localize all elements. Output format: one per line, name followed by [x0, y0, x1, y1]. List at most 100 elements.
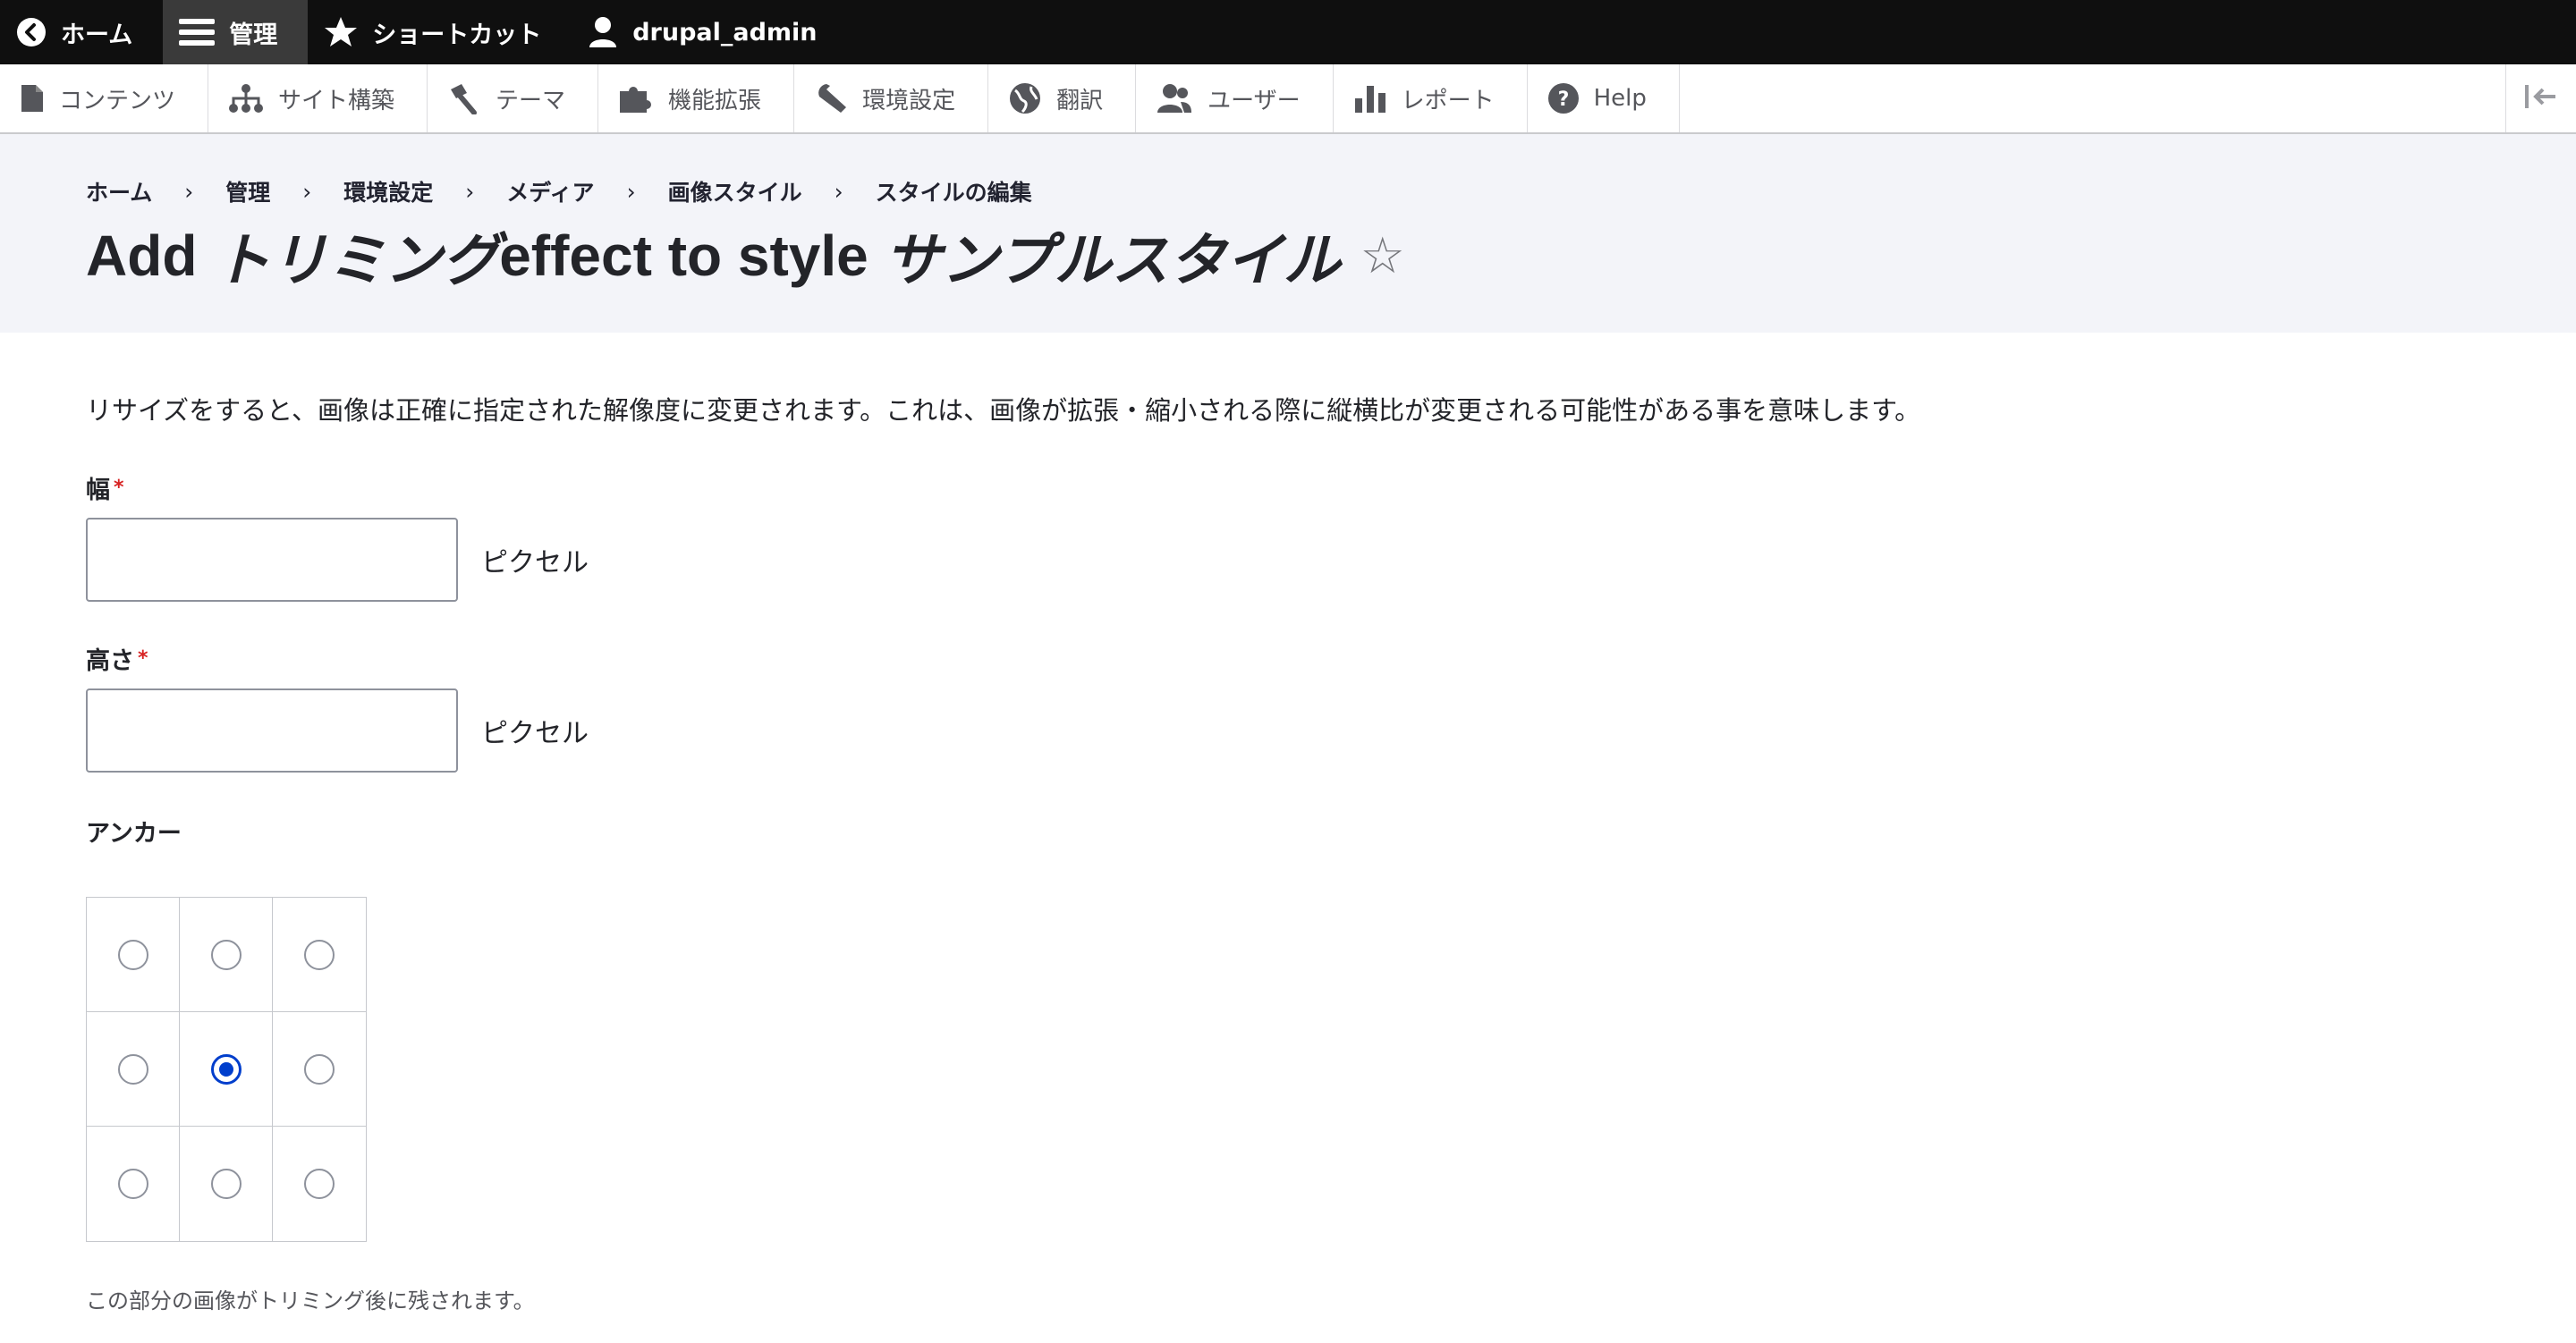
- anchor-radio-center-top[interactable]: [210, 939, 242, 970]
- tray-item-extend[interactable]: 機能拡張: [598, 64, 795, 132]
- width-field: 幅 * ピクセル: [86, 470, 2490, 602]
- user-icon: [588, 16, 618, 48]
- anchor-cell-left-top: [87, 898, 180, 1012]
- tray-item-label: Help: [1593, 85, 1647, 112]
- toolbar-home-link[interactable]: ホーム: [0, 0, 163, 64]
- breadcrumb-link[interactable]: ホーム: [86, 175, 152, 207]
- tray-item-label: 機能拡張: [668, 87, 762, 114]
- form-description: リサイズをすると、画像は正確に指定された解像度に変更されます。これは、画像が拡張…: [86, 395, 1921, 426]
- tray-item-config[interactable]: 環境設定: [794, 64, 989, 132]
- anchor-cell-right-center: [273, 1012, 366, 1127]
- anchor-label: アンカー: [86, 820, 182, 848]
- anchor-help-text: この部分の画像がトリミング後に残されます。: [86, 1288, 535, 1313]
- breadcrumb-separator: ›: [184, 178, 194, 205]
- tray-item-people[interactable]: ユーザー: [1136, 64, 1334, 132]
- tray-item-label: コンテンツ: [59, 87, 176, 114]
- height-row: ピクセル: [86, 688, 2490, 773]
- help-icon: ?: [1547, 82, 1580, 114]
- favorite-star-icon[interactable]: ☆: [1360, 226, 1405, 285]
- file-icon: [20, 83, 45, 114]
- anchor-radio-right-top[interactable]: [304, 939, 335, 970]
- width-row: ピクセル: [86, 518, 2490, 602]
- required-marker: *: [138, 647, 148, 670]
- height-suffix: ピクセル: [481, 718, 589, 749]
- anchor-cell-center-bottom: [180, 1127, 273, 1241]
- anchor-radio-right-center[interactable]: [304, 1053, 335, 1085]
- breadcrumb-separator: ›: [302, 178, 312, 205]
- people-icon: [1156, 82, 1193, 114]
- toolbar-user-tab[interactable]: drupal_admin: [572, 0, 847, 64]
- anchor-cell-center-top: [180, 898, 273, 1012]
- title-prefix: Add: [86, 224, 214, 288]
- required-marker: *: [114, 477, 124, 499]
- height-input[interactable]: [86, 688, 458, 773]
- toolbar-home-label: ホーム: [61, 21, 133, 49]
- breadcrumb: ホーム › 管理 › 環境設定 › メディア › 画像スタイル › スタイルの編…: [86, 175, 1032, 207]
- anchor-cell-left-center: [87, 1012, 180, 1127]
- toolbar-manage-label: 管理: [229, 21, 278, 49]
- puzzle-icon: [618, 82, 654, 114]
- anchor-radio-left-bottom[interactable]: [117, 1169, 148, 1199]
- tray-item-label: サイト構築: [278, 87, 395, 114]
- tray-item-label: テーマ: [496, 87, 566, 114]
- tray-item-label: レポート: [1401, 87, 1495, 114]
- admin-tray: コンテンツ サイト構築 テーマ 機能拡張 環境設定 翻訳 ユーザー レポート ?…: [0, 64, 2576, 134]
- height-label: 高さ *: [86, 641, 2490, 676]
- anchor-cell-right-bottom: [273, 1127, 366, 1241]
- anchor-cell-center-center: [180, 1012, 273, 1127]
- toolbar-shortcuts-label: ショートカット: [372, 21, 542, 49]
- tray-item-label: 翻訳: [1056, 87, 1104, 114]
- collapse-arrow-icon: [2523, 83, 2559, 114]
- title-style-name: サンプルスタイル: [884, 228, 1341, 292]
- breadcrumb-link[interactable]: 画像スタイル: [668, 175, 802, 207]
- title-effect-name: トリミング: [213, 228, 500, 292]
- svg-text:?: ?: [1557, 89, 1569, 111]
- star-icon: [324, 16, 358, 48]
- anchor-cell-right-top: [273, 898, 366, 1012]
- tray-item-content[interactable]: コンテンツ: [0, 64, 209, 132]
- tray-item-reports[interactable]: レポート: [1334, 64, 1528, 132]
- tray-item-structure[interactable]: サイト構築: [208, 64, 428, 132]
- anchor-radio-center-bottom[interactable]: [210, 1169, 242, 1199]
- width-label: 幅 *: [86, 470, 2490, 505]
- width-input[interactable]: [86, 518, 458, 602]
- hamburger-icon: [179, 17, 216, 47]
- breadcrumb-link[interactable]: メディア: [506, 175, 594, 207]
- breadcrumb-separator: ›: [465, 178, 475, 205]
- tray-item-help[interactable]: ? Help: [1528, 64, 1680, 132]
- anchor-radio-center-center[interactable]: [210, 1053, 242, 1085]
- tray-item-translate[interactable]: 翻訳: [988, 64, 1137, 132]
- tray-item-appearance[interactable]: テーマ: [428, 64, 599, 132]
- breadcrumb-link[interactable]: 管理: [225, 175, 270, 207]
- toolbar-manage-tab[interactable]: 管理: [163, 0, 309, 64]
- anchor-grid: [86, 897, 367, 1242]
- admin-toolbar: ホーム 管理 ショートカット drupal_admin: [0, 0, 2576, 64]
- effect-form: リサイズをすると、画像は正確に指定された解像度に変更されます。これは、画像が拡張…: [86, 390, 2490, 1314]
- paintbrush-icon: [447, 82, 481, 114]
- breadcrumb-separator: ›: [834, 178, 843, 205]
- anchor-radio-left-center[interactable]: [117, 1053, 148, 1085]
- height-label-text: 高さ: [86, 647, 134, 675]
- sitemap-icon: [228, 83, 264, 114]
- tray-item-label: 環境設定: [862, 87, 956, 114]
- breadcrumb-link[interactable]: スタイルの編集: [876, 175, 1032, 207]
- width-label-text: 幅: [86, 477, 110, 504]
- height-field: 高さ * ピクセル: [86, 641, 2490, 773]
- width-suffix: ピクセル: [481, 547, 589, 579]
- anchor-radio-left-top[interactable]: [117, 939, 148, 970]
- wrench-icon: [814, 82, 848, 114]
- tray-item-label: ユーザー: [1208, 87, 1301, 114]
- toolbar-shortcuts-tab[interactable]: ショートカット: [308, 0, 572, 64]
- back-circle-icon: [16, 17, 47, 47]
- globe-icon: [1008, 81, 1042, 115]
- breadcrumb-link[interactable]: 環境設定: [343, 175, 433, 207]
- page-title: Add トリミング effect to style サンプルスタイル ☆: [86, 215, 1405, 297]
- anchor-radio-right-bottom[interactable]: [304, 1169, 335, 1199]
- title-middle: effect to style: [499, 224, 885, 288]
- bar-chart-icon: [1353, 82, 1387, 114]
- tray-collapse-button[interactable]: [2505, 64, 2576, 132]
- breadcrumb-separator: ›: [626, 178, 636, 205]
- anchor-cell-left-bottom: [87, 1127, 180, 1241]
- anchor-field: アンカー この部分の画像がトリミング後に残されます。: [86, 814, 2490, 1314]
- toolbar-user-label: drupal_admin: [632, 18, 818, 46]
